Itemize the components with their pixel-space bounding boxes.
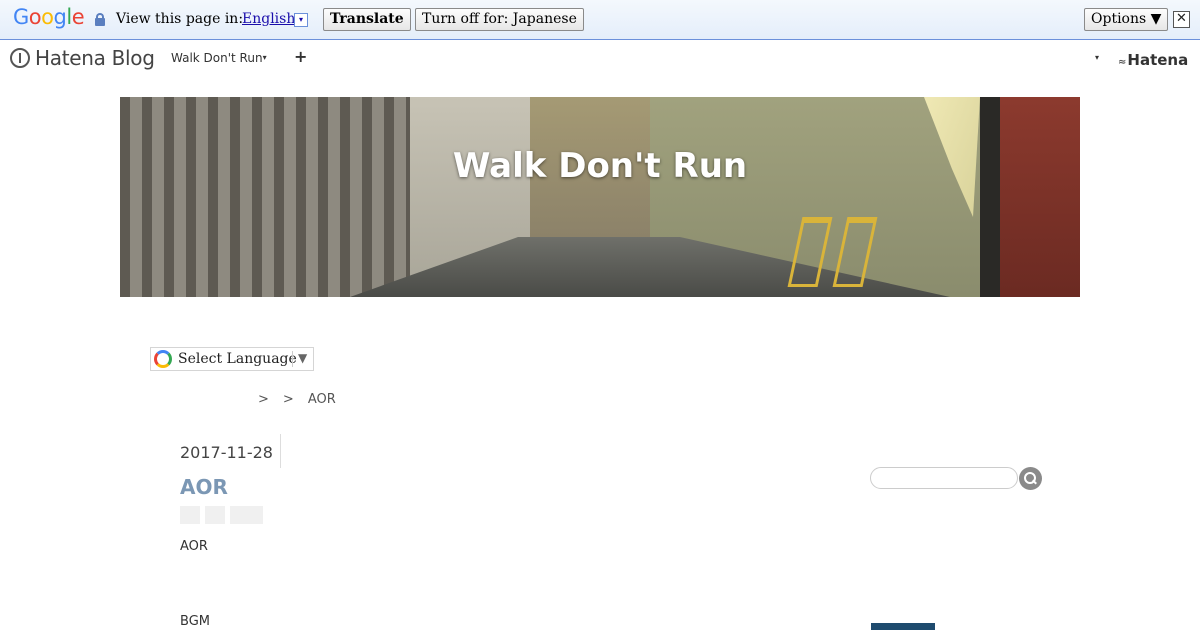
blog-menu[interactable]: Walk Don't Run▾ (171, 51, 267, 65)
translate-button[interactable]: Translate (323, 8, 411, 31)
entry-title[interactable]: AOR (180, 475, 228, 499)
google-g-icon (154, 350, 172, 368)
share-button[interactable] (205, 506, 225, 524)
select-language-label: Select Language (178, 351, 297, 367)
translate-prompt: View this page in: (116, 11, 244, 27)
blog-header-image[interactable]: Walk Don't Run (120, 97, 1080, 297)
hatena-bar: Hatena Blog Walk Don't Run▾ + ▾ ≈ Hatena (0, 41, 1200, 77)
breadcrumb-separator: > (282, 392, 294, 407)
entry-body-text: BGM (180, 614, 210, 629)
breadcrumb-item-category[interactable]: AOR (308, 392, 336, 407)
hatena-label: Hatena (1127, 51, 1189, 69)
translate-bar: Google View this page in: English ▾ Tran… (0, 0, 1200, 40)
hatena-blog-logo[interactable]: Hatena Blog (35, 46, 155, 70)
close-icon[interactable]: ✕ (1173, 11, 1190, 28)
turn-off-button[interactable]: Turn off for: Japanese (415, 8, 584, 31)
add-icon[interactable]: + (294, 47, 307, 66)
google-logo: Google (13, 5, 85, 29)
share-button[interactable] (180, 506, 200, 524)
search-icon[interactable] (1019, 467, 1042, 490)
blog-title[interactable]: Walk Don't Run (120, 146, 1080, 186)
language-dropdown-icon[interactable]: ▾ (294, 13, 308, 27)
hatena-mark-icon: ≈ (1118, 57, 1127, 68)
dropdown-arrow-icon: ▼ (298, 351, 308, 365)
options-button[interactable]: Options ▼ (1084, 8, 1169, 31)
select-language-dropdown[interactable]: Select Language ▼ (150, 347, 314, 371)
language-link[interactable]: English (242, 11, 295, 27)
caret-down-icon: ▾ (262, 53, 267, 62)
entry-body-text: AOR (180, 539, 208, 554)
hatena-link[interactable]: ≈ Hatena (1118, 51, 1188, 69)
user-menu-caret-icon[interactable]: ▾ (1095, 53, 1099, 62)
share-button[interactable] (230, 506, 263, 524)
breadcrumb: > > AOR (258, 392, 350, 407)
lock-icon (95, 13, 105, 26)
sidebar-module-header (871, 623, 935, 630)
blog-menu-label: Walk Don't Run (171, 51, 263, 65)
hatena-blog-logo-icon[interactable] (10, 48, 30, 68)
breadcrumb-separator: > (258, 392, 269, 407)
search-input[interactable] (870, 467, 1018, 489)
divider (280, 434, 281, 468)
entry-date[interactable]: 2017-11-28 (180, 443, 273, 462)
